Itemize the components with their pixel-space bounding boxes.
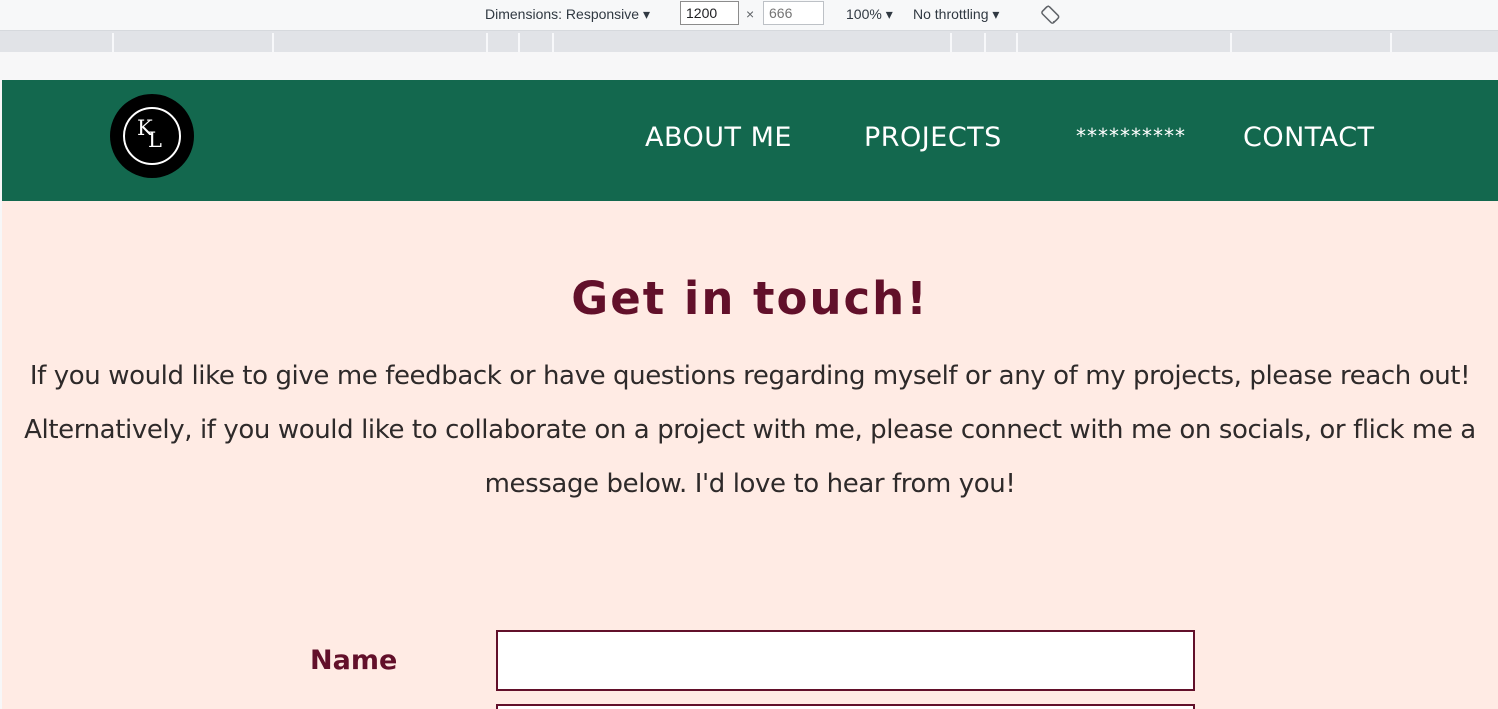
ruler-divider [112, 33, 114, 52]
media-query-ruler[interactable] [0, 31, 1498, 52]
ruler-divider [984, 33, 986, 52]
site-header: K L ABOUT ME PROJECTS ********** CONTACT [2, 80, 1498, 201]
site-logo[interactable]: K L [110, 94, 194, 178]
viewport-gap [0, 52, 1498, 80]
contact-heading: Get in touch! [571, 272, 929, 325]
ruler-divider [1390, 33, 1392, 52]
rotate-icon[interactable] [1041, 4, 1061, 24]
page-viewport: K L ABOUT ME PROJECTS ********** CONTACT… [2, 80, 1498, 709]
height-input[interactable] [763, 1, 824, 25]
name-input[interactable] [496, 630, 1195, 691]
next-form-field[interactable] [496, 704, 1195, 709]
name-label: Name [310, 645, 398, 676]
times-separator: × [746, 6, 755, 22]
nav-link-hidden[interactable]: ********** [1076, 124, 1186, 148]
logo-initial-l: L [148, 128, 162, 152]
ruler-divider [272, 33, 274, 52]
contact-intro: If you would like to give me feedback or… [22, 349, 1478, 511]
ruler-divider [950, 33, 952, 52]
intro-paragraph-feedback: If you would like to give me feedback or… [29, 361, 1471, 391]
dimensions-dropdown[interactable]: Dimensions: Responsive ▾ [485, 6, 650, 23]
nav-link-contact[interactable]: CONTACT [1243, 122, 1375, 153]
ruler-divider [1230, 33, 1232, 52]
ruler-divider [552, 33, 554, 52]
width-input[interactable] [680, 1, 739, 25]
intro-paragraph-collaborate: Alternatively, if you would like to coll… [24, 415, 1476, 499]
ruler-divider [486, 33, 488, 52]
devtools-toolbar: Dimensions: Responsive ▾ × 100% ▾ No thr… [0, 0, 1498, 31]
nav-link-projects[interactable]: PROJECTS [864, 122, 1002, 153]
ruler-divider [518, 33, 520, 52]
nav-link-about-me[interactable]: ABOUT ME [645, 122, 792, 153]
ruler-divider [1016, 33, 1018, 52]
throttling-dropdown[interactable]: No throttling ▾ [913, 6, 999, 23]
zoom-dropdown[interactable]: 100% ▾ [846, 6, 893, 23]
